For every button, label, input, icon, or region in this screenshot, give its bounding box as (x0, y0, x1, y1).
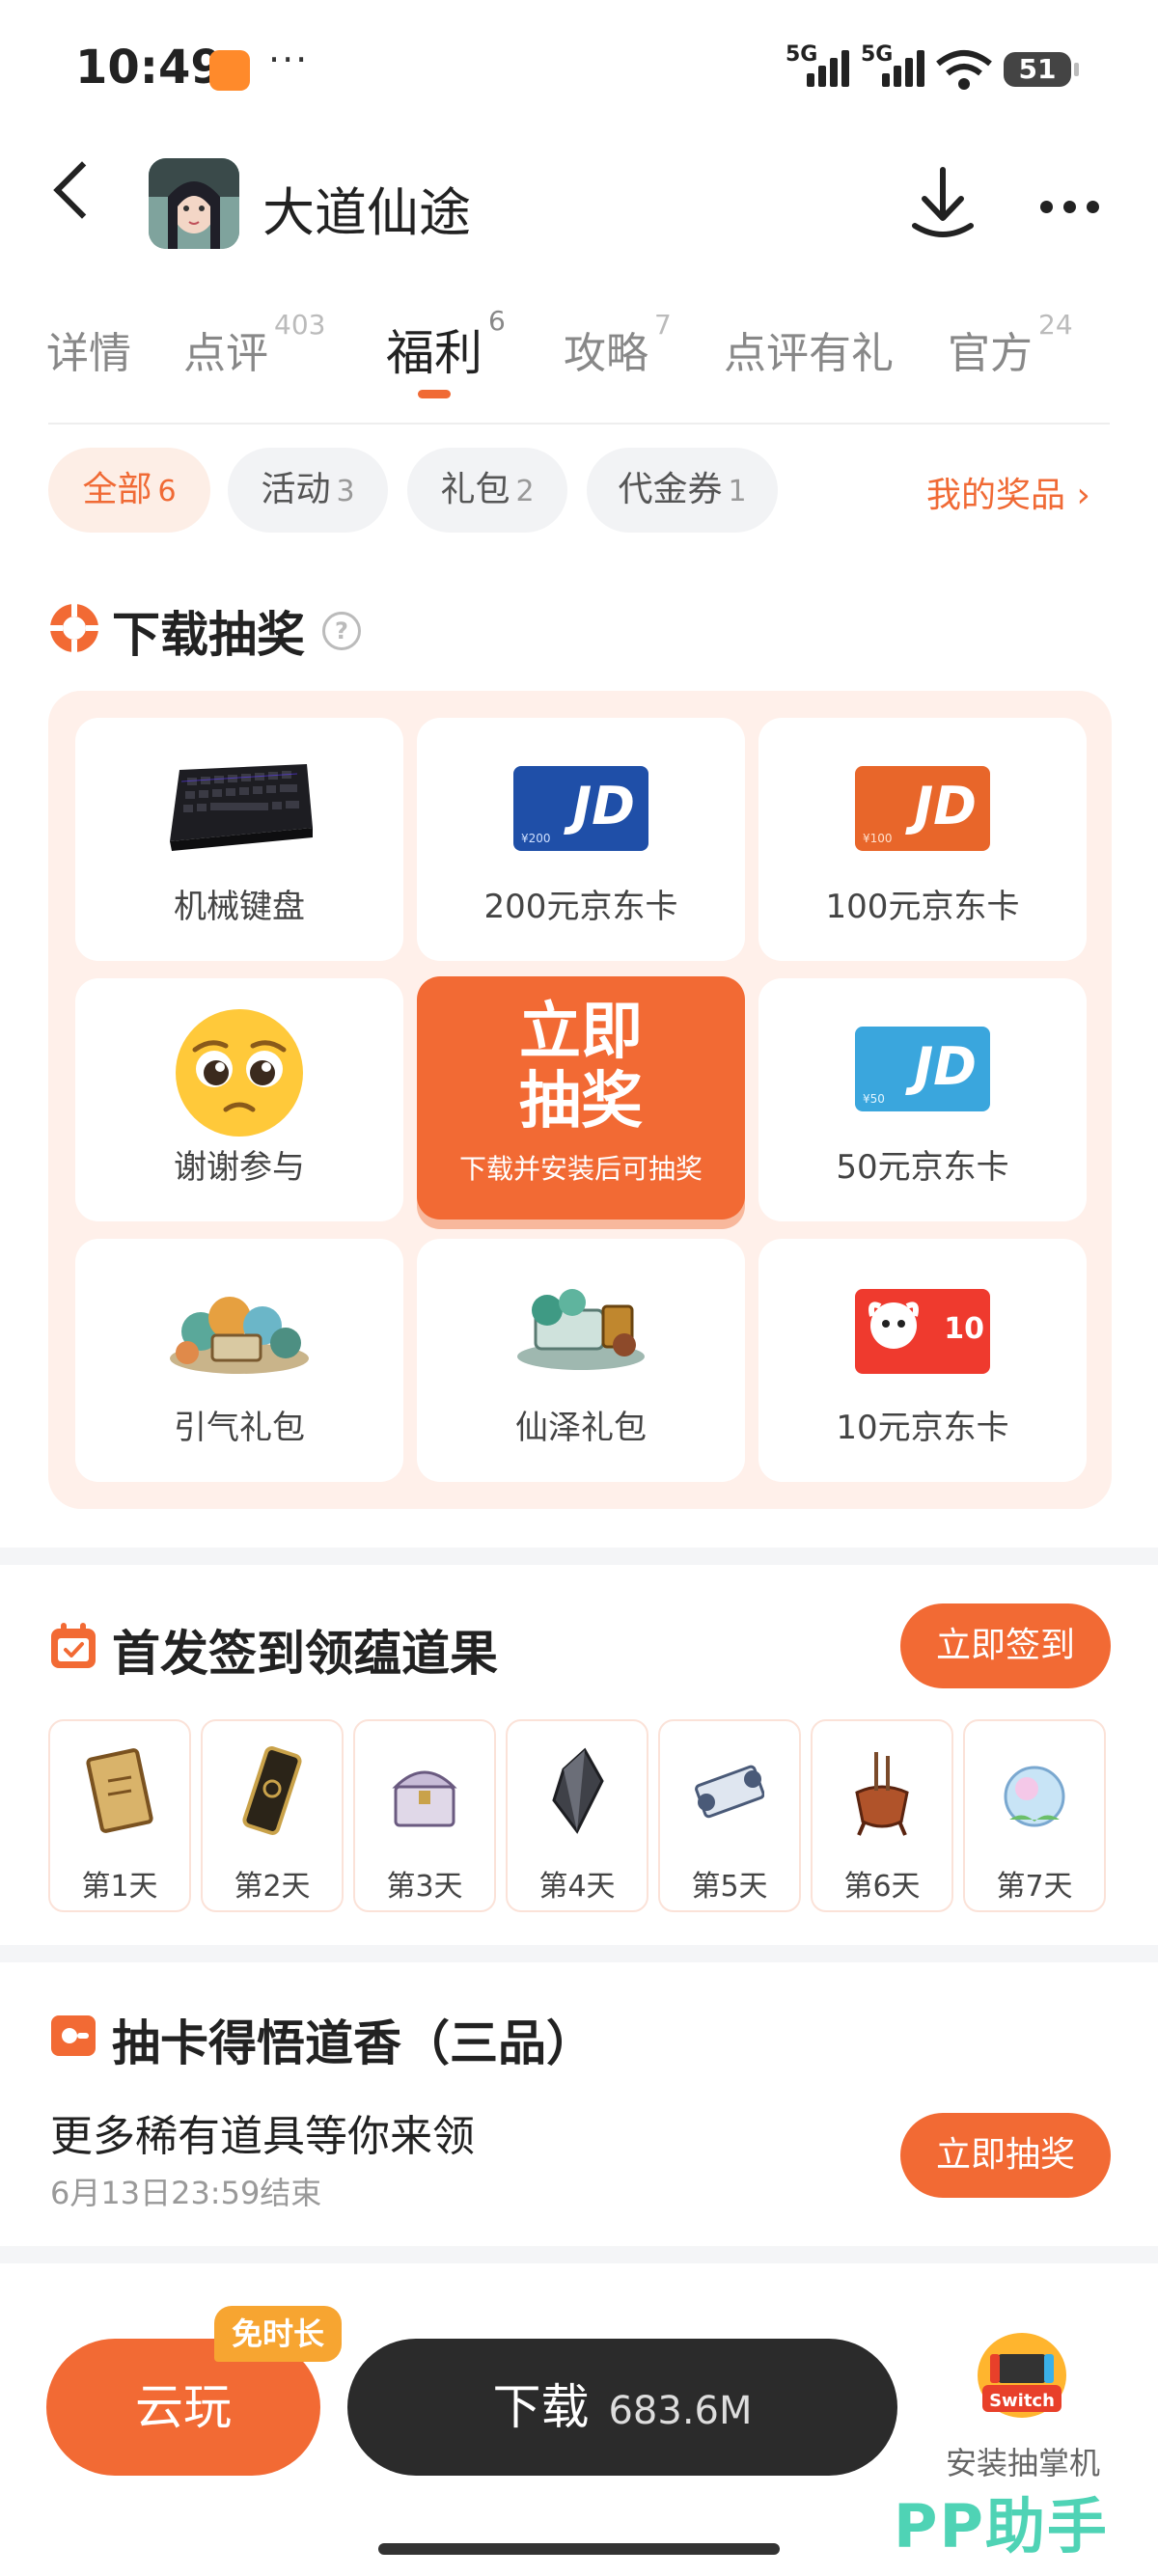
signin-day-7: 第7天 (963, 1719, 1106, 1912)
tab-guides[interactable]: 攻略7 (564, 309, 672, 380)
download-icon[interactable] (909, 166, 977, 243)
tab-review-gifts[interactable]: 点评有礼 (724, 318, 894, 380)
signin-title: 首发签到领蕴道果 (112, 1626, 498, 1682)
section-divider (0, 1548, 1158, 1565)
lottery-wheel-icon (50, 604, 98, 652)
prize-label: 50元京东卡 (836, 1148, 1009, 1187)
app-notification-icon (209, 50, 250, 91)
scroll-icon (695, 1765, 764, 1819)
draw-now-subtitle: 下载并安装后可抽奖 (458, 1153, 703, 1185)
back-icon[interactable] (53, 161, 111, 219)
signal-bars-icon (807, 48, 855, 87)
active-tab-indicator (418, 390, 451, 398)
incense-burner-icon (855, 1752, 909, 1836)
card-draw-description: 更多稀有道具等你来领 (50, 2112, 475, 2161)
download-button[interactable]: 下载 683.6M (347, 2339, 897, 2476)
jd-card-200-icon: JD ¥200 (513, 766, 648, 851)
signin-day-6: 第6天 (811, 1719, 953, 1912)
gold-token-icon (242, 1746, 302, 1835)
prize-thanks: 谢谢参与 (75, 978, 403, 1221)
prize-jd-card-10: 10 10元京东卡 (758, 1239, 1087, 1482)
battery-icon: 51 (1004, 52, 1079, 87)
more-options-icon[interactable] (1040, 201, 1100, 214)
prize-yinqi-gift-pack: 引气礼包 (75, 1239, 403, 1482)
keyboard-icon (170, 764, 313, 851)
help-icon[interactable]: ? (322, 612, 361, 650)
prize-label: 200元京东卡 (483, 888, 678, 926)
brand-watermark: PP助手 (894, 2491, 1109, 2562)
prize-label: 机械键盘 (174, 888, 305, 926)
card-draw-button[interactable]: 立即抽奖 (900, 2113, 1111, 2198)
download-label: 下载 (492, 2379, 590, 2435)
prize-jd-card-200: JD ¥200 200元京东卡 (417, 718, 745, 961)
card-draw-icon (51, 2015, 96, 2056)
tab-benefits[interactable]: 福利6 (386, 305, 506, 384)
switch-label: Switch (989, 2391, 1055, 2411)
lottery-title: 下载抽奖 (112, 607, 305, 663)
wifi-icon (936, 50, 992, 90)
status-time: 10:49 (75, 41, 223, 95)
dark-crystal-icon (552, 1747, 604, 1834)
jd-card-50-icon: JD ¥50 (855, 1027, 990, 1111)
jade-treasure-icon (517, 1289, 645, 1370)
prize-keyboard: 机械键盘 (75, 718, 403, 961)
switch-prize-promo[interactable]: Switch (969, 2308, 1075, 2429)
prize-jd-card-100: JD ¥100 100元京东卡 (758, 718, 1087, 961)
signin-day-2: 第2天 (201, 1719, 344, 1912)
filter-gift-packs[interactable]: 礼包 2 (407, 448, 567, 533)
tab-official[interactable]: 官方24 (948, 309, 1073, 380)
signin-day-3: 第3天 (353, 1719, 496, 1912)
treasure-pile-icon (170, 1297, 309, 1374)
jd-card-100-icon: JD ¥100 (855, 766, 990, 851)
more-notifications-icon: ··· (268, 39, 310, 81)
prize-label: 仙泽礼包 (515, 1409, 647, 1447)
prize-label: 10元京东卡 (836, 1409, 1009, 1447)
gift-box-icon (978, 2333, 1066, 2418)
tab-reviews[interactable]: 点评403 (183, 309, 325, 380)
signin-day-5: 第5天 (658, 1719, 801, 1912)
tab-divider (48, 423, 1110, 425)
section-divider (0, 1945, 1158, 1962)
signin-day-1: 第1天 (48, 1719, 191, 1912)
card-draw-title: 抽卡得悟道香（三品） (112, 2015, 594, 2071)
prize-label: 100元京东卡 (825, 888, 1020, 926)
filter-vouchers[interactable]: 代金券 1 (587, 448, 778, 533)
draw-now-title: 立即抽奖 (519, 997, 643, 1137)
jd-card-10-icon: 10 (855, 1289, 990, 1374)
page-title: 大道仙途 (262, 182, 471, 243)
card-draw-deadline: 6月13日23:59结束 (50, 2175, 322, 2211)
prize-jd-card-50: JD ¥50 50元京东卡 (758, 978, 1087, 1221)
signal-bars-icon-2 (882, 48, 930, 87)
prize-xianze-gift-pack: 仙泽礼包 (417, 1239, 745, 1482)
signin-day-4: 第4天 (506, 1719, 648, 1912)
draw-now-button[interactable]: 立即抽奖 下载并安装后可抽奖 (417, 976, 745, 1219)
filter-all[interactable]: 全部 6 (48, 448, 210, 533)
filter-events[interactable]: 活动 3 (228, 448, 388, 533)
treasure-chest-icon (392, 1770, 457, 1827)
section-divider (0, 2246, 1158, 2263)
home-indicator[interactable] (378, 2543, 780, 2555)
peach-fruit-icon (1004, 1766, 1065, 1827)
sign-in-button[interactable]: 立即签到 (900, 1603, 1111, 1688)
free-time-badge: 免时长 (214, 2306, 342, 2362)
game-avatar (149, 158, 239, 249)
my-prizes-link[interactable]: 我的奖品 › (926, 467, 1090, 517)
pleading-face-icon (176, 1009, 303, 1137)
download-size: 683.6M (608, 2389, 753, 2433)
scroll-token-icon (86, 1748, 153, 1833)
prize-label: 谢谢参与 (174, 1148, 305, 1187)
prize-label: 引气礼包 (174, 1409, 305, 1447)
tab-details[interactable]: 详情 (46, 318, 131, 380)
calendar-icon (51, 1623, 96, 1668)
